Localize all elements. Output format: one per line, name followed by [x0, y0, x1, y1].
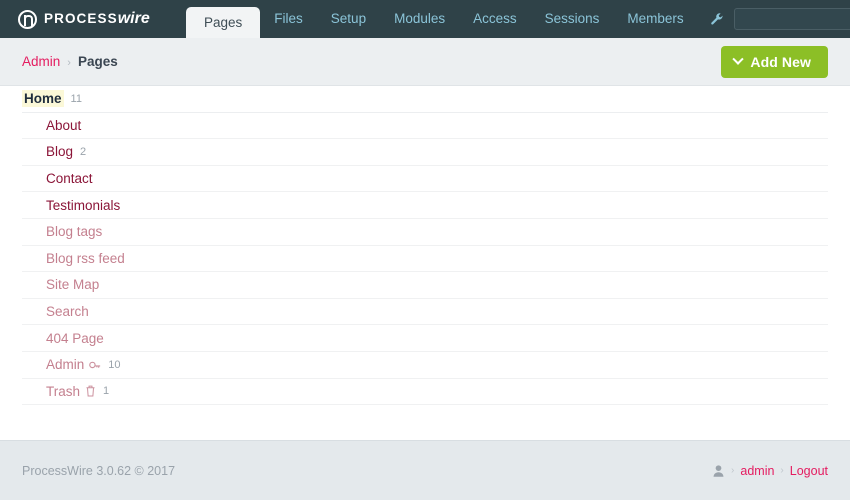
add-new-button[interactable]: Add New [721, 45, 828, 78]
breadcrumb-admin[interactable]: Admin [22, 54, 60, 69]
key-icon [89, 360, 101, 370]
circled-p-logo-icon [18, 9, 37, 29]
child-count: 10 [108, 358, 121, 371]
tree-row: Contact [22, 166, 828, 193]
user-icon [713, 464, 724, 477]
tree-row: Trash 1 [22, 379, 828, 406]
tree-row-inner: Trash 1 [22, 384, 109, 399]
logout-link[interactable]: Logout [790, 464, 828, 478]
search-container [733, 8, 850, 30]
footer-user-area: › admin › Logout [713, 464, 828, 478]
page-link[interactable]: Testimonials [46, 198, 120, 213]
tree-row: Site Map [22, 272, 828, 299]
tree-row-inner: Blog tags [22, 224, 102, 239]
footer-separator-2: › [780, 465, 784, 476]
tab-access[interactable]: Access [459, 0, 531, 38]
tree-row: Admin 10 [22, 352, 828, 379]
logo-wire: wire [117, 10, 150, 27]
search-input[interactable] [733, 8, 850, 30]
tab-pages[interactable]: Pages [186, 7, 261, 38]
tree-row-inner: Testimonials [22, 198, 120, 213]
page-tree-container: Home 11 About Blog 2 Contact Testimonials Blog … [0, 86, 850, 440]
breadcrumb-bar: Admin › Pages Add New [0, 38, 850, 86]
tab-files[interactable]: Files [260, 0, 317, 38]
logo[interactable]: Processwire [0, 0, 186, 38]
tree-row-inner: Home 11 [22, 90, 82, 108]
tree-row-inner: Site Map [22, 277, 99, 292]
tree-row-inner: Contact [22, 171, 93, 186]
child-count: 2 [80, 145, 87, 158]
logo-process: Process [44, 11, 118, 26]
tab-sessions[interactable]: Sessions [531, 0, 614, 38]
tree-row-inner: Blog rss feed [22, 251, 125, 266]
primary-nav: Pages Files Setup Modules Access Session… [186, 0, 850, 38]
tree-row: 404 Page [22, 325, 828, 352]
breadcrumb: Admin › Pages [22, 54, 118, 69]
page-link[interactable]: Admin [46, 357, 84, 372]
child-count: 11 [70, 92, 82, 105]
logo-text: Processwire [44, 11, 150, 27]
tab-members[interactable]: Members [613, 0, 697, 38]
chevron-down-icon [732, 53, 745, 65]
trash-icon [85, 385, 96, 397]
page-link[interactable]: Contact [46, 171, 93, 186]
page-link[interactable]: 404 Page [46, 331, 104, 346]
tools-button[interactable] [698, 0, 734, 38]
footer-user-link[interactable]: admin [740, 464, 774, 478]
add-new-label: Add New [750, 53, 811, 70]
tree-row: Blog rss feed [22, 246, 828, 273]
page-link[interactable]: Site Map [46, 277, 99, 292]
child-count: 1 [103, 385, 110, 398]
footer-copyright: ProcessWire 3.0.62 © 2017 [22, 463, 176, 478]
page-tree: Home 11 About Blog 2 Contact Testimonials Blog … [22, 86, 828, 406]
page-title: Pages [77, 54, 118, 69]
page-link[interactable]: Blog [46, 144, 73, 159]
tab-setup[interactable]: Setup [317, 0, 380, 38]
tree-row: Testimonials [22, 192, 828, 219]
tree-row-inner: Admin 10 [22, 357, 121, 372]
tree-row: Blog tags [22, 219, 828, 246]
footer: ProcessWire 3.0.62 © 2017 › admin › Logo… [0, 440, 850, 500]
page-link[interactable]: About [46, 118, 81, 133]
wrench-icon [710, 12, 724, 26]
tree-row: Blog 2 [22, 139, 828, 166]
tree-row: About [22, 113, 828, 140]
tab-modules[interactable]: Modules [380, 0, 459, 38]
page-link[interactable]: Trash [46, 384, 80, 399]
tree-row: Search [22, 299, 828, 326]
page-link[interactable]: Search [46, 304, 89, 319]
page-link[interactable]: Blog tags [46, 224, 102, 239]
tree-row-inner: About [22, 118, 81, 133]
breadcrumb-separator: › [67, 57, 71, 69]
page-link[interactable]: Blog rss feed [46, 251, 125, 266]
tree-row: Home 11 [22, 86, 828, 113]
tree-row-inner: 404 Page [22, 331, 104, 346]
masthead: Processwire Pages Files Setup Modules Ac… [0, 0, 850, 38]
tree-row-inner: Search [22, 304, 89, 319]
tree-row-inner: Blog 2 [22, 144, 86, 159]
footer-separator-1: › [731, 465, 735, 476]
page-link[interactable]: Home [22, 90, 64, 108]
